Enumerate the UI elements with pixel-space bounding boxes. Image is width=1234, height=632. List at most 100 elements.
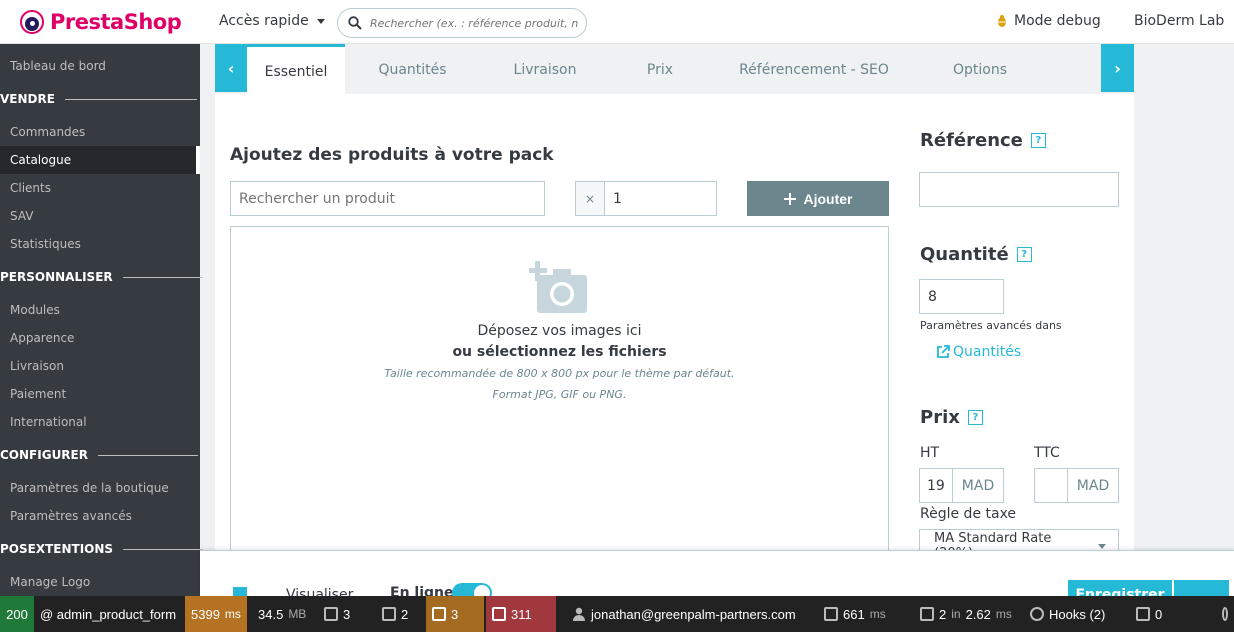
quick-access-dropdown[interactable]: Accès rapide	[219, 13, 325, 29]
tab-options[interactable]: Options	[918, 44, 1042, 94]
tab-quantities[interactable]: Quantités	[345, 44, 480, 94]
sidebar-item-appearance[interactable]: Apparence	[0, 324, 200, 352]
price-ttc-input[interactable]	[1035, 469, 1067, 502]
advanced-params-label: Paramètres avancés dans	[920, 319, 1062, 332]
cache-icon	[1136, 607, 1150, 621]
puffin-logo-icon	[20, 10, 44, 34]
caret-down-icon	[316, 18, 325, 24]
shop-name[interactable]: BioDerm Lab	[1134, 13, 1224, 29]
sidebar-item-payment[interactable]: Paiement	[0, 380, 200, 408]
memory-indicator[interactable]: 34.5 MB	[252, 596, 312, 632]
errors-badge[interactable]: 3	[426, 596, 484, 632]
memory-value: 34.5	[258, 606, 284, 622]
db-time: 2.62	[965, 606, 991, 622]
sidebar-item-dashboard[interactable]: Tableau de bord	[0, 52, 200, 80]
quick-access-label: Accès rapide	[219, 13, 309, 29]
add-to-pack-button[interactable]: Ajouter	[747, 181, 889, 216]
sidebar-section-configure: CONFIGURER	[0, 444, 200, 466]
add-button-label: Ajouter	[803, 190, 853, 207]
sidebar-item-modules[interactable]: Modules	[0, 296, 200, 324]
sidebar-item-orders[interactable]: Commandes	[0, 118, 200, 146]
select-files-link[interactable]: ou sélectionnez les fichiers	[231, 344, 888, 360]
pack-quantity-input[interactable]	[605, 182, 715, 215]
quantity-input[interactable]	[919, 279, 1004, 314]
tab-essentials[interactable]: Essentiel	[247, 44, 345, 94]
bug-icon	[996, 15, 1008, 27]
tabs-next-arrow[interactable]: ›	[1101, 44, 1134, 92]
dropzone-size-hint: Taille recommandée de 800 x 800 px pour …	[384, 367, 735, 380]
pack-product-search-input[interactable]	[230, 181, 545, 216]
section-divider	[64, 98, 197, 100]
sidebar-nav: Tableau de bord VENDRE Commandes Catalog…	[0, 44, 204, 596]
sidebar-item-shipping[interactable]: Livraison	[0, 352, 200, 380]
sidebar-item-stats[interactable]: Statistiques	[0, 230, 200, 258]
sidebar-section-title: VENDRE	[0, 92, 55, 106]
tab-pricing[interactable]: Prix	[610, 44, 710, 94]
header-search-input[interactable]	[370, 16, 578, 30]
quantity-title: Quantité	[920, 244, 1009, 265]
tab-shipping[interactable]: Livraison	[480, 44, 610, 94]
reference-title: Référence	[920, 130, 1023, 151]
price-ht-field: MAD	[919, 468, 1004, 503]
forms-count: 3	[343, 606, 351, 622]
external-link-icon	[937, 345, 950, 358]
symfony-circle-icon	[1222, 607, 1228, 621]
ht-label: HT	[920, 445, 940, 461]
prestashop-logo[interactable]: PrestaShop	[20, 9, 182, 35]
image-dropzone[interactable]: Déposez vos images ici ou sélectionnez l…	[230, 226, 889, 566]
caret-down-icon	[1098, 543, 1106, 549]
reference-input[interactable]	[919, 172, 1119, 207]
sidebar-item-customers[interactable]: Clients	[0, 174, 200, 202]
quantities-link[interactable]: Quantités	[935, 344, 1021, 360]
help-icon[interactable]: ?	[1016, 247, 1032, 262]
db-time-unit: ms	[995, 607, 1012, 621]
forms-icon	[324, 607, 338, 621]
add-photo-icon	[529, 261, 587, 313]
tabs-prev-arrow[interactable]: ‹	[215, 44, 247, 92]
symfony-logo-icon[interactable]	[1216, 596, 1234, 632]
currency-addon: MAD	[952, 469, 1003, 502]
sidebar-item-advanced-parameters[interactable]: Paramètres avancés	[0, 502, 200, 530]
database-indicator[interactable]: 2 in 2.62 ms	[914, 596, 1018, 632]
debug-mode-indicator[interactable]: Mode debug	[996, 13, 1101, 29]
request-time-badge[interactable]: 5399 ms	[185, 596, 247, 632]
user-email: jonathan@greenpalm-partners.com	[591, 606, 796, 622]
sidebar-item-catalog[interactable]: Catalogue	[0, 146, 200, 174]
sidebar-item-manage-logo[interactable]: Manage Logo	[0, 568, 200, 596]
sidebar-section-customize: PERSONNALISER	[0, 266, 203, 288]
sidebar-item-shop-parameters[interactable]: Paramètres de la boutique	[0, 474, 200, 502]
header-search[interactable]	[337, 8, 587, 38]
section-divider	[123, 548, 204, 550]
cache-count: 0	[1155, 606, 1163, 622]
translations-badge[interactable]: 311	[486, 596, 556, 632]
chevron-left-icon: ‹	[227, 58, 235, 78]
price-ht-input[interactable]	[920, 469, 952, 502]
logs-indicator[interactable]: 2	[376, 596, 414, 632]
quantity-heading: Quantité ?	[920, 244, 1032, 265]
performance-indicator[interactable]: 661 ms	[818, 596, 892, 632]
sidebar-section-title: CONFIGURER	[0, 448, 88, 462]
user-indicator[interactable]: jonathan@greenpalm-partners.com	[566, 596, 802, 632]
help-icon[interactable]: ?	[967, 410, 983, 425]
sidebar-item-international[interactable]: International	[0, 408, 200, 436]
sidebar-item-customer-service[interactable]: SAV	[0, 202, 200, 230]
active-item-marker	[196, 146, 200, 174]
tab-seo[interactable]: Référencement - SEO	[710, 44, 918, 94]
forms-indicator[interactable]: 3	[318, 596, 356, 632]
debug-mode-label: Mode debug	[1014, 13, 1101, 29]
plus-icon	[783, 192, 796, 205]
route-indicator[interactable]: @ admin_product_form	[34, 596, 182, 632]
help-icon[interactable]: ?	[1030, 133, 1046, 148]
status-code-badge[interactable]: 200	[0, 596, 34, 632]
product-footer-toolbar: Visualiser En ligne Enregistrer	[200, 550, 1234, 603]
cache-indicator[interactable]: 0	[1130, 596, 1168, 632]
price-heading: Prix ?	[920, 407, 983, 428]
ttc-label: TTC	[1034, 445, 1060, 461]
memory-unit: MB	[288, 607, 307, 621]
performance-icon	[824, 607, 838, 621]
top-header: PrestaShop Accès rapide Mode debug BioDe…	[0, 0, 1234, 44]
symfony-debug-toolbar: 200 @ admin_product_form 5399 ms 34.5 MB…	[0, 596, 1234, 632]
user-icon	[573, 607, 585, 621]
hooks-indicator[interactable]: Hooks (2)	[1024, 596, 1111, 632]
chevron-right-icon: ›	[1114, 58, 1121, 78]
